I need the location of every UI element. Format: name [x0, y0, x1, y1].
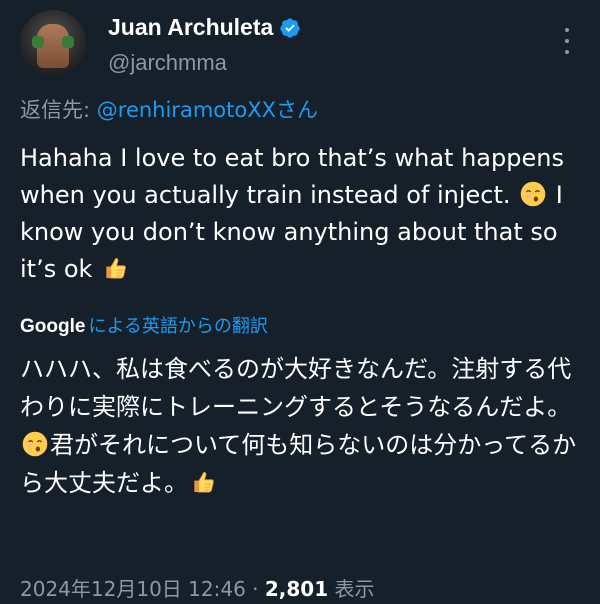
avatar-glove-right — [62, 36, 74, 48]
dot — [565, 39, 569, 43]
kissing-face-emoji-icon — [520, 181, 546, 207]
tweet-header: Juan Archuleta @jarchmma — [20, 10, 580, 82]
dot — [565, 50, 569, 54]
dot — [565, 28, 569, 32]
more-options-icon[interactable] — [564, 28, 570, 54]
views-count: 2,801 — [264, 577, 329, 601]
translation-label[interactable]: による英語からの翻訳 — [88, 316, 267, 337]
translation-attribution[interactable]: Google による英語からの翻訳 — [20, 312, 268, 338]
translated-text: ハハハ、私は食べるのが大好きなんだ。注射する代わりに実際にトレーニングするとそう… — [20, 350, 585, 502]
kissing-face-emoji-icon — [22, 431, 48, 457]
tweet-text: Hahaha I love to eat bro that’s what hap… — [20, 140, 585, 288]
name-row: Juan Archuleta — [108, 14, 301, 41]
verified-badge-icon — [280, 17, 300, 38]
views-label: 表示 — [328, 577, 375, 601]
reply-to-label: 返信先: — [20, 98, 97, 122]
display-name[interactable]: Juan Archuleta — [108, 14, 273, 41]
timestamp[interactable]: 2024年12月10日 12:46 — [20, 577, 246, 601]
reply-to-handle[interactable]: @renhiramotoXXさん — [97, 98, 318, 122]
thumbs-up-emoji-icon — [194, 472, 214, 493]
google-logo: Google — [20, 316, 86, 337]
thumbs-up-emoji-icon — [106, 258, 126, 279]
translated-text-part1: ハハハ、私は食べるのが大好きなんだ。注射する代わりに実際にトレーニングするとそう… — [20, 355, 572, 421]
meta-separator: · — [245, 577, 265, 601]
reply-to-line: 返信先: @renhiramotoXXさん — [20, 94, 318, 124]
avatar-glove-left — [32, 36, 44, 48]
user-handle[interactable]: @jarchmma — [108, 50, 227, 76]
avatar[interactable] — [20, 10, 86, 76]
tweet-text-part1: Hahaha I love to eat bro that’s what hap… — [20, 144, 564, 209]
tweet-meta: 2024年12月10日 12:46 · 2,801 表示 — [20, 573, 375, 602]
translated-text-part2: 君がそれについて何も知らないのは分かってるから大丈夫だよ。 — [20, 431, 577, 497]
